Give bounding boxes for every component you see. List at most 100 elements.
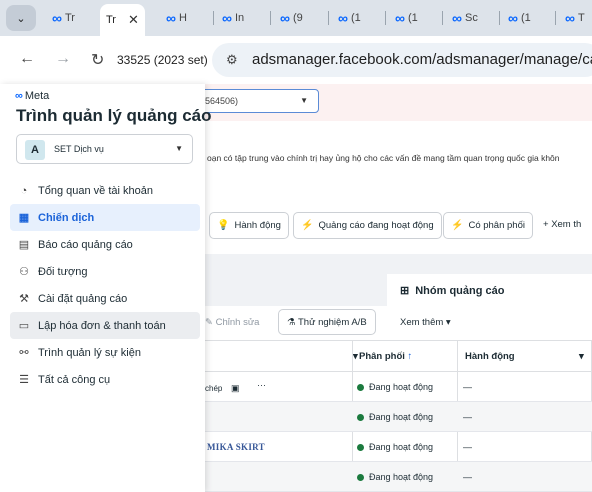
policy-notice: oạn có tập trung vào chính trị hay ủng h… — [207, 153, 560, 163]
filter-bar: 💡 Hành động ⚡ Quảng cáo đang hoạt động ⚡ Có… — [205, 212, 592, 240]
meta-icon: ∞ — [395, 10, 405, 26]
browser-tab[interactable]: ∞ Tr — [52, 4, 75, 32]
app-title: Trình quản lý quảng cáo — [16, 106, 212, 125]
tab-divider — [213, 11, 214, 25]
column-action[interactable]: Hành động — [465, 351, 515, 362]
table-icon: ▦ — [18, 212, 30, 224]
meta-icon: ∞ — [52, 10, 62, 26]
delivery-status: Đang hoạt động — [357, 472, 433, 482]
action-value: — — [463, 442, 472, 452]
action-value: — — [463, 472, 472, 482]
plus-icon: + — [543, 219, 552, 230]
meta-icon: ∞ — [15, 90, 23, 102]
address-bar[interactable]: ⚙ adsmanager.facebook.com/adsmanager/man… — [212, 43, 592, 77]
browser-tab-active[interactable]: Tr ✕ — [100, 4, 145, 36]
tab-divider — [328, 11, 329, 25]
lightning-icon: ⚡ — [451, 220, 464, 231]
reload-icon[interactable]: ↻ — [91, 50, 104, 70]
sidebar-item-events-manager[interactable]: ⚯ Trình quản lý sự kiện — [10, 339, 200, 366]
sort-up-icon: ↑ — [404, 351, 413, 362]
browser-tab[interactable]: ∞ (1 — [338, 4, 361, 32]
more-options-icon[interactable]: ··· — [257, 380, 266, 390]
browser-tab[interactable]: ∞ (1 — [395, 4, 418, 32]
meta-icon: ∞ — [166, 10, 176, 26]
menu-icon: ☰ — [19, 374, 29, 386]
browser-tab-strip: ⌄ ∞ Tr Tr ✕ ∞ H ∞ In ∞ (9 ∞ (1 ∞ (1 ∞ Sc ∞ (1 ∞ T — [0, 0, 592, 36]
table-row[interactable]: MIKA SKIRT Đang hoạt động — — [205, 432, 592, 462]
meta-icon: ∞ — [565, 10, 575, 26]
sidebar-item-ad-settings[interactable]: ⚒ Cài đặt quảng cáo — [10, 285, 200, 312]
chevron-down-icon: ⌄ — [16, 12, 26, 25]
table-row[interactable]: chép ▣ ··· Đang hoạt động — — [205, 372, 592, 402]
sidebar-item-account-overview[interactable]: ◔ Tổng quan về tài khoản — [10, 177, 200, 204]
pencil-icon: ✎ — [205, 317, 216, 328]
account-name: SET Dịch vụ — [54, 144, 104, 154]
settings-icon: ⚒ — [19, 293, 29, 305]
browser-tab[interactable]: ∞ Sc — [452, 4, 478, 32]
column-action-sort-icon[interactable]: ▾ — [579, 351, 584, 362]
ab-test-button[interactable]: ⚗ Thử nghiệm A/B — [278, 309, 376, 335]
account-switcher[interactable]: A SET Dịch vụ ▼ — [16, 134, 193, 164]
caret-down-icon: ▾ — [443, 317, 451, 328]
sidebar-item-all-tools[interactable]: ☰ Tất cả công cụ — [10, 366, 200, 393]
meta-logo: ∞ Meta — [15, 90, 50, 102]
meta-icon: ∞ — [222, 10, 232, 26]
delivery-status: Đang hoạt động — [357, 442, 433, 452]
browser-tab[interactable]: ∞ (9 — [280, 4, 303, 32]
audience-icon: ⚇ — [19, 266, 29, 278]
campaign-name[interactable]: chép — [205, 384, 222, 393]
browser-tab[interactable]: ∞ T — [565, 4, 585, 32]
lightbulb-icon: 💡 — [217, 220, 230, 231]
meta-icon: ∞ — [280, 10, 290, 26]
sidebar-item-campaigns[interactable]: ▦ Chiến dịch — [10, 204, 200, 231]
filter-action-button[interactable]: 💡 Hành động — [209, 212, 289, 239]
meta-icon: ∞ — [338, 10, 348, 26]
forward-arrow-icon[interactable]: → — [55, 50, 71, 68]
filter-delivery-button[interactable]: ⚡ Có phân phối — [443, 212, 533, 239]
meta-icon: ∞ — [452, 10, 462, 26]
browser-tab[interactable]: ∞ H — [166, 4, 187, 32]
site-settings-icon[interactable]: ⚙ — [226, 52, 238, 68]
table-row[interactable]: Đang hoạt động — — [205, 402, 592, 432]
browser-tab[interactable]: ∞ In — [222, 4, 244, 32]
column-delivery[interactable]: Phân phối ↑ — [359, 351, 412, 362]
filter-more-button[interactable]: + Xem th — [543, 219, 581, 230]
campaign-name[interactable]: MIKA SKIRT — [207, 442, 265, 452]
caret-down-icon: ▼ — [300, 96, 308, 105]
flask-icon: ⚗ — [287, 317, 298, 328]
meta-icon: ∞ — [508, 10, 518, 26]
close-icon[interactable]: ✕ — [128, 12, 139, 28]
campaign-table: ▾ Phân phối ↑ Hành động ▾ chép ▣ ··· Đan… — [205, 340, 592, 492]
edit-button[interactable]: ✎ Chỉnh sửa — [205, 317, 259, 328]
campaign-tab-area — [205, 274, 387, 306]
report-icon: ▤ — [18, 239, 30, 251]
action-value: — — [463, 382, 472, 392]
sidebar: ∞ Meta Trình quản lý quảng cáo A SET Dịch… — [0, 84, 212, 492]
tab-search-button[interactable]: ⌄ — [6, 5, 36, 31]
delivery-status: Đang hoạt động — [357, 382, 433, 392]
table-header: ▾ Phân phối ↑ Hành động ▾ — [205, 340, 592, 372]
sidebar-item-ad-reports[interactable]: ▤ Báo cáo quảng cáo — [10, 231, 200, 258]
billing-icon: ▭ — [18, 320, 30, 332]
events-icon: ⚯ — [19, 347, 29, 359]
see-more-button[interactable]: Xem thêm ▾ — [400, 317, 451, 328]
image-icon[interactable]: ▣ — [231, 383, 240, 394]
url-text[interactable]: adsmanager.facebook.com/adsmanager/manag… — [252, 51, 592, 68]
browser-tab[interactable]: ∞ (1 — [508, 4, 531, 32]
sidebar-item-billing[interactable]: ▭ Lập hóa đơn & thanh toán — [10, 312, 200, 339]
sidebar-item-audiences[interactable]: ⚇ Đối tượng — [10, 258, 200, 285]
status-dot-icon — [357, 473, 364, 481]
filter-active-ads-button[interactable]: ⚡ Quảng cáo đang hoạt động — [293, 212, 442, 239]
tab-divider — [442, 11, 443, 25]
tab-divider — [555, 11, 556, 25]
table-toolbar: ✎ Chỉnh sửa ⚗ Thử nghiệm A/B Xem thêm ▾ — [205, 306, 592, 338]
back-arrow-icon[interactable]: ← — [19, 50, 35, 68]
section-gap — [205, 254, 592, 274]
gauge-icon: ◔ — [20, 184, 28, 197]
delivery-status: Đang hoạt động — [357, 412, 433, 422]
tab-ad-groups[interactable]: ⊞ Nhóm quảng cáo — [400, 284, 504, 297]
table-row[interactable]: Đang hoạt động — — [205, 462, 592, 492]
tab-divider — [385, 11, 386, 25]
profile-label[interactable]: 33525 (2023 set) — [117, 53, 208, 67]
column-name-sort-icon[interactable]: ▾ — [353, 351, 358, 362]
